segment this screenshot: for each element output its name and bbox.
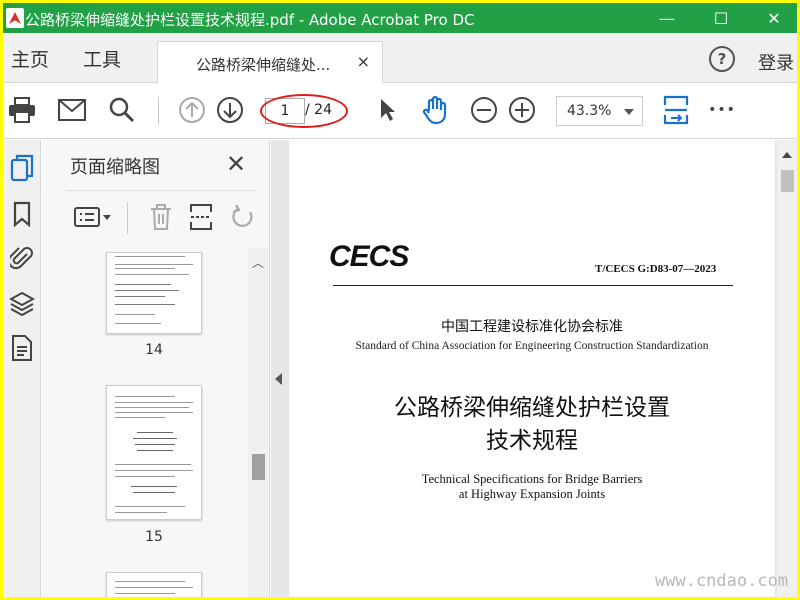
hand-tool-icon[interactable]	[420, 95, 450, 125]
thumbnail-options-icon[interactable]	[72, 202, 114, 232]
zoom-in-icon[interactable]	[507, 95, 537, 125]
navigation-strip	[3, 140, 41, 597]
zoom-out-icon[interactable]	[469, 95, 499, 125]
doc-title-cn-line1: 公路桥梁伸缩缝处护栏设置	[394, 395, 670, 421]
doc-title-en-line2: at Highway Expansion Joints	[458, 487, 606, 501]
zoom-select[interactable]: 43.3%	[556, 96, 643, 126]
main-toolbar: 1 / 24 43.3% •••	[3, 83, 797, 139]
delete-page-icon[interactable]	[145, 202, 177, 232]
document-view: CECS T/CECS G:D83-07—2023 中国工程建设标准化协会标准 …	[271, 140, 797, 597]
rotate-icon[interactable]	[227, 202, 259, 232]
document-scrollbar[interactable]	[777, 140, 797, 597]
scrollbar-thumb[interactable]	[781, 170, 794, 192]
org-name-cn: 中国工程建设标准化协会标准	[441, 319, 623, 335]
menu-tools[interactable]: 工具	[83, 45, 121, 72]
bookmark-icon[interactable]	[9, 200, 35, 228]
close-window-button[interactable]: ✕	[751, 3, 797, 33]
print-icon[interactable]	[7, 95, 37, 125]
org-name-en: Standard of China Association for Engine…	[355, 340, 709, 352]
maximize-button[interactable]: ☐	[698, 3, 744, 33]
acrobat-app-icon	[6, 8, 24, 28]
pdf-page: CECS T/CECS G:D83-07—2023 中国工程建设标准化协会标准 …	[289, 140, 775, 597]
thumbnails-panel: 页面缩略图 ✕ 14 15 ︿	[42, 140, 270, 597]
panel-divider	[66, 190, 256, 191]
layers-icon[interactable]	[9, 290, 35, 318]
search-icon[interactable]	[107, 95, 137, 125]
panel-toolbar-separator	[127, 202, 128, 234]
scroll-up-icon[interactable]	[782, 152, 792, 158]
thumbnail-scrollbar[interactable]: ︿	[248, 248, 268, 597]
document-icon[interactable]	[9, 334, 35, 362]
help-icon[interactable]: ?	[709, 46, 735, 72]
panel-title: 页面缩略图	[70, 157, 160, 178]
page-thumbnails-icon[interactable]	[9, 154, 35, 182]
menu-bar: 主页 工具 公路桥梁伸缩缝处... × ? 登录	[3, 33, 797, 83]
menu-home[interactable]: 主页	[11, 45, 49, 72]
acrobat-window: 公路桥梁伸缩缝处护栏设置技术规程.pdf - Adobe Acrobat Pro…	[3, 3, 797, 597]
site-watermark: www.cndao.com	[655, 571, 789, 591]
page-thumbnail[interactable]	[106, 385, 202, 520]
page-thumbnail[interactable]	[106, 572, 202, 597]
thumbnail-page-label: 15	[145, 529, 163, 545]
collapse-panel-icon[interactable]	[275, 373, 282, 385]
scrollbar-thumb[interactable]	[252, 454, 265, 480]
close-panel-icon[interactable]: ✕	[226, 150, 246, 178]
doc-title-en-line1: Technical Specifications for Bridge Barr…	[421, 472, 643, 486]
attachment-icon[interactable]	[9, 244, 35, 272]
previous-page-icon[interactable]	[177, 95, 207, 125]
window-title: 公路桥梁伸缩缝处护栏设置技术规程.pdf - Adobe Acrobat Pro…	[25, 11, 475, 29]
more-tools-icon[interactable]: •••	[707, 95, 737, 125]
doc-title-cn-line2: 技术规程	[486, 428, 578, 454]
header-rule	[333, 285, 733, 286]
highlight-annotation-oval	[260, 94, 348, 128]
title-bar: 公路桥梁伸缩缝处护栏设置技术规程.pdf - Adobe Acrobat Pro…	[3, 3, 797, 33]
thumbnail-page-label: 14	[145, 342, 163, 358]
next-page-icon[interactable]	[215, 95, 245, 125]
page-fit-icon[interactable]	[661, 95, 691, 125]
document-tab-close-icon[interactable]: ×	[357, 52, 370, 71]
login-button[interactable]: 登录	[758, 49, 794, 75]
cecs-logo: CECS	[329, 240, 409, 273]
insert-page-icon[interactable]	[185, 202, 217, 232]
page-thumbnail[interactable]	[106, 252, 202, 334]
zoom-value: 43.3%	[567, 103, 612, 119]
standard-code: T/CECS G:D83-07—2023	[595, 263, 717, 275]
minimize-button[interactable]: —	[644, 3, 690, 33]
document-tab-label: 公路桥梁伸缩缝处...	[196, 56, 331, 74]
document-tab[interactable]: 公路桥梁伸缩缝处... ×	[157, 41, 383, 83]
scroll-up-icon[interactable]: ︿	[252, 254, 264, 271]
chevron-down-icon	[624, 109, 634, 115]
email-icon[interactable]	[57, 95, 87, 125]
toolbar-separator	[158, 97, 159, 125]
select-cursor-icon[interactable]	[373, 95, 403, 125]
